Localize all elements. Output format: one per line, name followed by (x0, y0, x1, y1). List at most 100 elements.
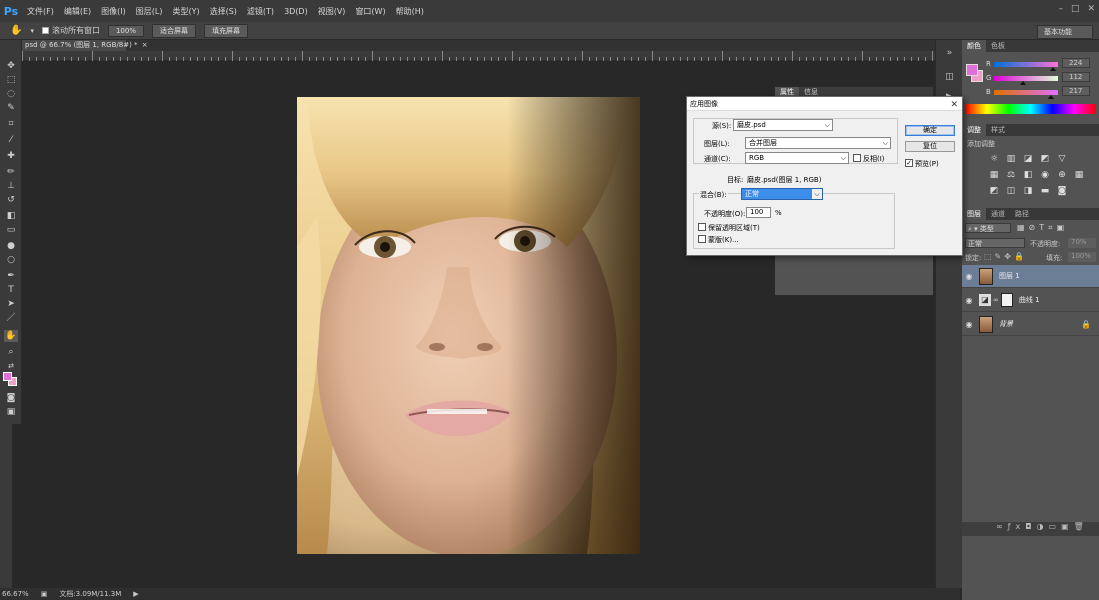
line-tool-icon[interactable]: ／ (4, 312, 18, 324)
dialog-titlebar[interactable]: 应用图像 ✕ (687, 97, 962, 111)
portrait-photo[interactable] (297, 97, 640, 554)
opacity-input[interactable]: 100 (746, 207, 771, 218)
selective-color-icon[interactable]: ◙ (1056, 186, 1068, 196)
blend-select[interactable]: 正常 ⌵ (741, 188, 823, 200)
menu-select[interactable]: 选择(S) (205, 6, 242, 17)
history-panel-icon[interactable]: ◫ (941, 70, 958, 84)
move-tool-icon[interactable]: ✥ (4, 60, 18, 72)
g-track[interactable] (994, 76, 1058, 81)
menu-filter[interactable]: 滤镜(T) (242, 6, 279, 17)
ok-button[interactable]: 确定 (905, 125, 955, 136)
quick-select-tool-icon[interactable]: ✎ (4, 102, 18, 114)
layer-select[interactable]: 合并图层 ⌵ (745, 137, 891, 149)
posterize-icon[interactable]: ◫ (1005, 186, 1017, 196)
zoom-100-button[interactable]: 100% (107, 24, 144, 37)
close-window-button[interactable]: ✕ (1087, 4, 1095, 14)
history-brush-tool-icon[interactable]: ↺ (4, 194, 18, 206)
path-select-tool-icon[interactable]: ➤ (4, 298, 18, 310)
invert-icon[interactable]: ◩ (988, 186, 1000, 196)
color-spectrum-bar[interactable] (965, 104, 1096, 114)
gradient-tool-icon[interactable]: ▭ (4, 224, 18, 236)
layer-row[interactable]: ◉ 图层 1 (962, 265, 1099, 288)
blend-mode-select[interactable]: 正常 (965, 238, 1025, 248)
layer-name[interactable]: 图层 1 (999, 271, 1020, 281)
tab-channels[interactable]: 通道 (986, 208, 1010, 220)
fill-value[interactable]: 100% (1068, 252, 1096, 262)
source-select[interactable]: 磨皮.psd ⌵ (733, 119, 833, 131)
document-tab[interactable]: psd @ 66.7% (图层 1, RGB/8#) * × (22, 40, 148, 51)
layers-footer-icons[interactable]: ∞ƒx◘◑▭▣🗑 (962, 522, 1099, 536)
layer-kind-filter[interactable]: ⌕ ▾ 类型 (965, 223, 1011, 233)
menu-3d[interactable]: 3D(D) (279, 7, 313, 16)
healing-brush-tool-icon[interactable]: ✚ (4, 150, 18, 162)
r-value[interactable]: 224 (1062, 58, 1090, 68)
minimize-button[interactable]: – (1058, 4, 1063, 14)
channel-select[interactable]: RGB ⌵ (745, 152, 849, 164)
workspace-select[interactable]: 基本功能 (1037, 25, 1093, 39)
eyedropper-tool-icon[interactable]: ⁄ (4, 134, 18, 146)
zoom-readout[interactable]: 66.67% (2, 590, 29, 598)
tab-color[interactable]: 颜色 (962, 40, 986, 52)
invert-checkbox[interactable] (853, 154, 861, 162)
blur-tool-icon[interactable]: ● (4, 240, 18, 252)
type-tool-icon[interactable]: T (4, 284, 18, 296)
photo-filter-icon[interactable]: ◉ (1039, 170, 1051, 180)
layer-row[interactable]: ◉ 背景 🔒 (962, 313, 1099, 336)
color-balance-icon[interactable]: ⚖ (1005, 170, 1017, 180)
slider-r[interactable]: R 224 (962, 58, 1099, 71)
tab-layers[interactable]: 图层 (962, 208, 986, 220)
menu-help[interactable]: 帮助(H) (391, 6, 429, 17)
crop-tool-icon[interactable]: ⌗ (4, 118, 18, 130)
preview-checkbox[interactable]: ✓ (905, 159, 913, 167)
g-value[interactable]: 112 (1062, 72, 1090, 82)
checkbox-box[interactable] (41, 27, 49, 34)
tab-adjustments[interactable]: 调整 (962, 124, 986, 136)
vibrance-icon[interactable]: ▽ (1056, 154, 1068, 164)
dodge-tool-icon[interactable]: ○ (4, 254, 18, 266)
fit-screen-button[interactable]: 适合屏幕 (151, 23, 196, 38)
visibility-eye-icon[interactable]: ◉ (962, 272, 976, 281)
lasso-tool-icon[interactable]: ◌ (4, 88, 18, 100)
tab-paths[interactable]: 路径 (1010, 208, 1034, 220)
black-white-icon[interactable]: ◧ (1022, 170, 1034, 180)
document-tab-close-icon[interactable]: × (142, 41, 148, 49)
r-track[interactable] (994, 62, 1058, 67)
levels-icon[interactable]: ▥ (1005, 154, 1017, 164)
menu-edit[interactable]: 编辑(E) (59, 6, 96, 17)
mask-checkbox[interactable] (698, 235, 706, 243)
reset-button[interactable]: 复位 (905, 141, 955, 152)
foreground-color-swatch[interactable] (3, 372, 12, 381)
swap-colors-icon[interactable]: ⇄ (4, 360, 18, 372)
menu-image[interactable]: 图像(I) (96, 6, 131, 17)
menu-view[interactable]: 视图(V) (313, 6, 351, 17)
exposure-icon[interactable]: ◩ (1039, 154, 1051, 164)
visibility-eye-icon[interactable]: ◉ (962, 320, 976, 329)
pen-tool-icon[interactable]: ✒ (4, 270, 18, 282)
menu-layer[interactable]: 图层(L) (131, 6, 168, 17)
collapse-dock-icon[interactable]: » (941, 46, 958, 60)
quick-mask-icon[interactable]: ◙ (4, 392, 18, 404)
menu-file[interactable]: 文件(F) (22, 6, 59, 17)
dialog-close-icon[interactable]: ✕ (950, 98, 958, 112)
slider-b[interactable]: B 217 (962, 86, 1099, 99)
screen-mode-icon[interactable]: ▣ (4, 406, 18, 418)
gradient-map-icon[interactable]: ▬ (1039, 186, 1051, 196)
threshold-icon[interactable]: ◨ (1022, 186, 1034, 196)
layer-name[interactable]: 背景 (999, 319, 1013, 329)
b-knob-icon[interactable] (1048, 95, 1054, 99)
layer-filter-icons[interactable]: ▦⊘T⌗▣ (1017, 223, 1068, 233)
preserve-transparency-checkbox[interactable] (698, 223, 706, 231)
tab-styles[interactable]: 样式 (986, 124, 1010, 136)
marquee-tool-icon[interactable]: ⬚ (4, 74, 18, 86)
tab-swatches[interactable]: 色板 (986, 40, 1010, 52)
menu-window[interactable]: 窗口(W) (350, 6, 390, 17)
lock-icons[interactable]: ⬚✎✥🔒 (984, 252, 1027, 261)
stamp-tool-icon[interactable]: ⊥ (4, 180, 18, 192)
b-value[interactable]: 217 (1062, 86, 1090, 96)
channel-mixer-icon[interactable]: ⊕ (1056, 170, 1068, 180)
eraser-tool-icon[interactable]: ◧ (4, 210, 18, 222)
layer-row[interactable]: ◉ ◪ ∞ 曲线 1 (962, 289, 1099, 312)
fill-screen-button[interactable]: 填充屏幕 (203, 23, 248, 38)
hand-tool-icon[interactable]: ✋ (4, 330, 18, 342)
visibility-eye-icon[interactable]: ◉ (962, 296, 976, 305)
